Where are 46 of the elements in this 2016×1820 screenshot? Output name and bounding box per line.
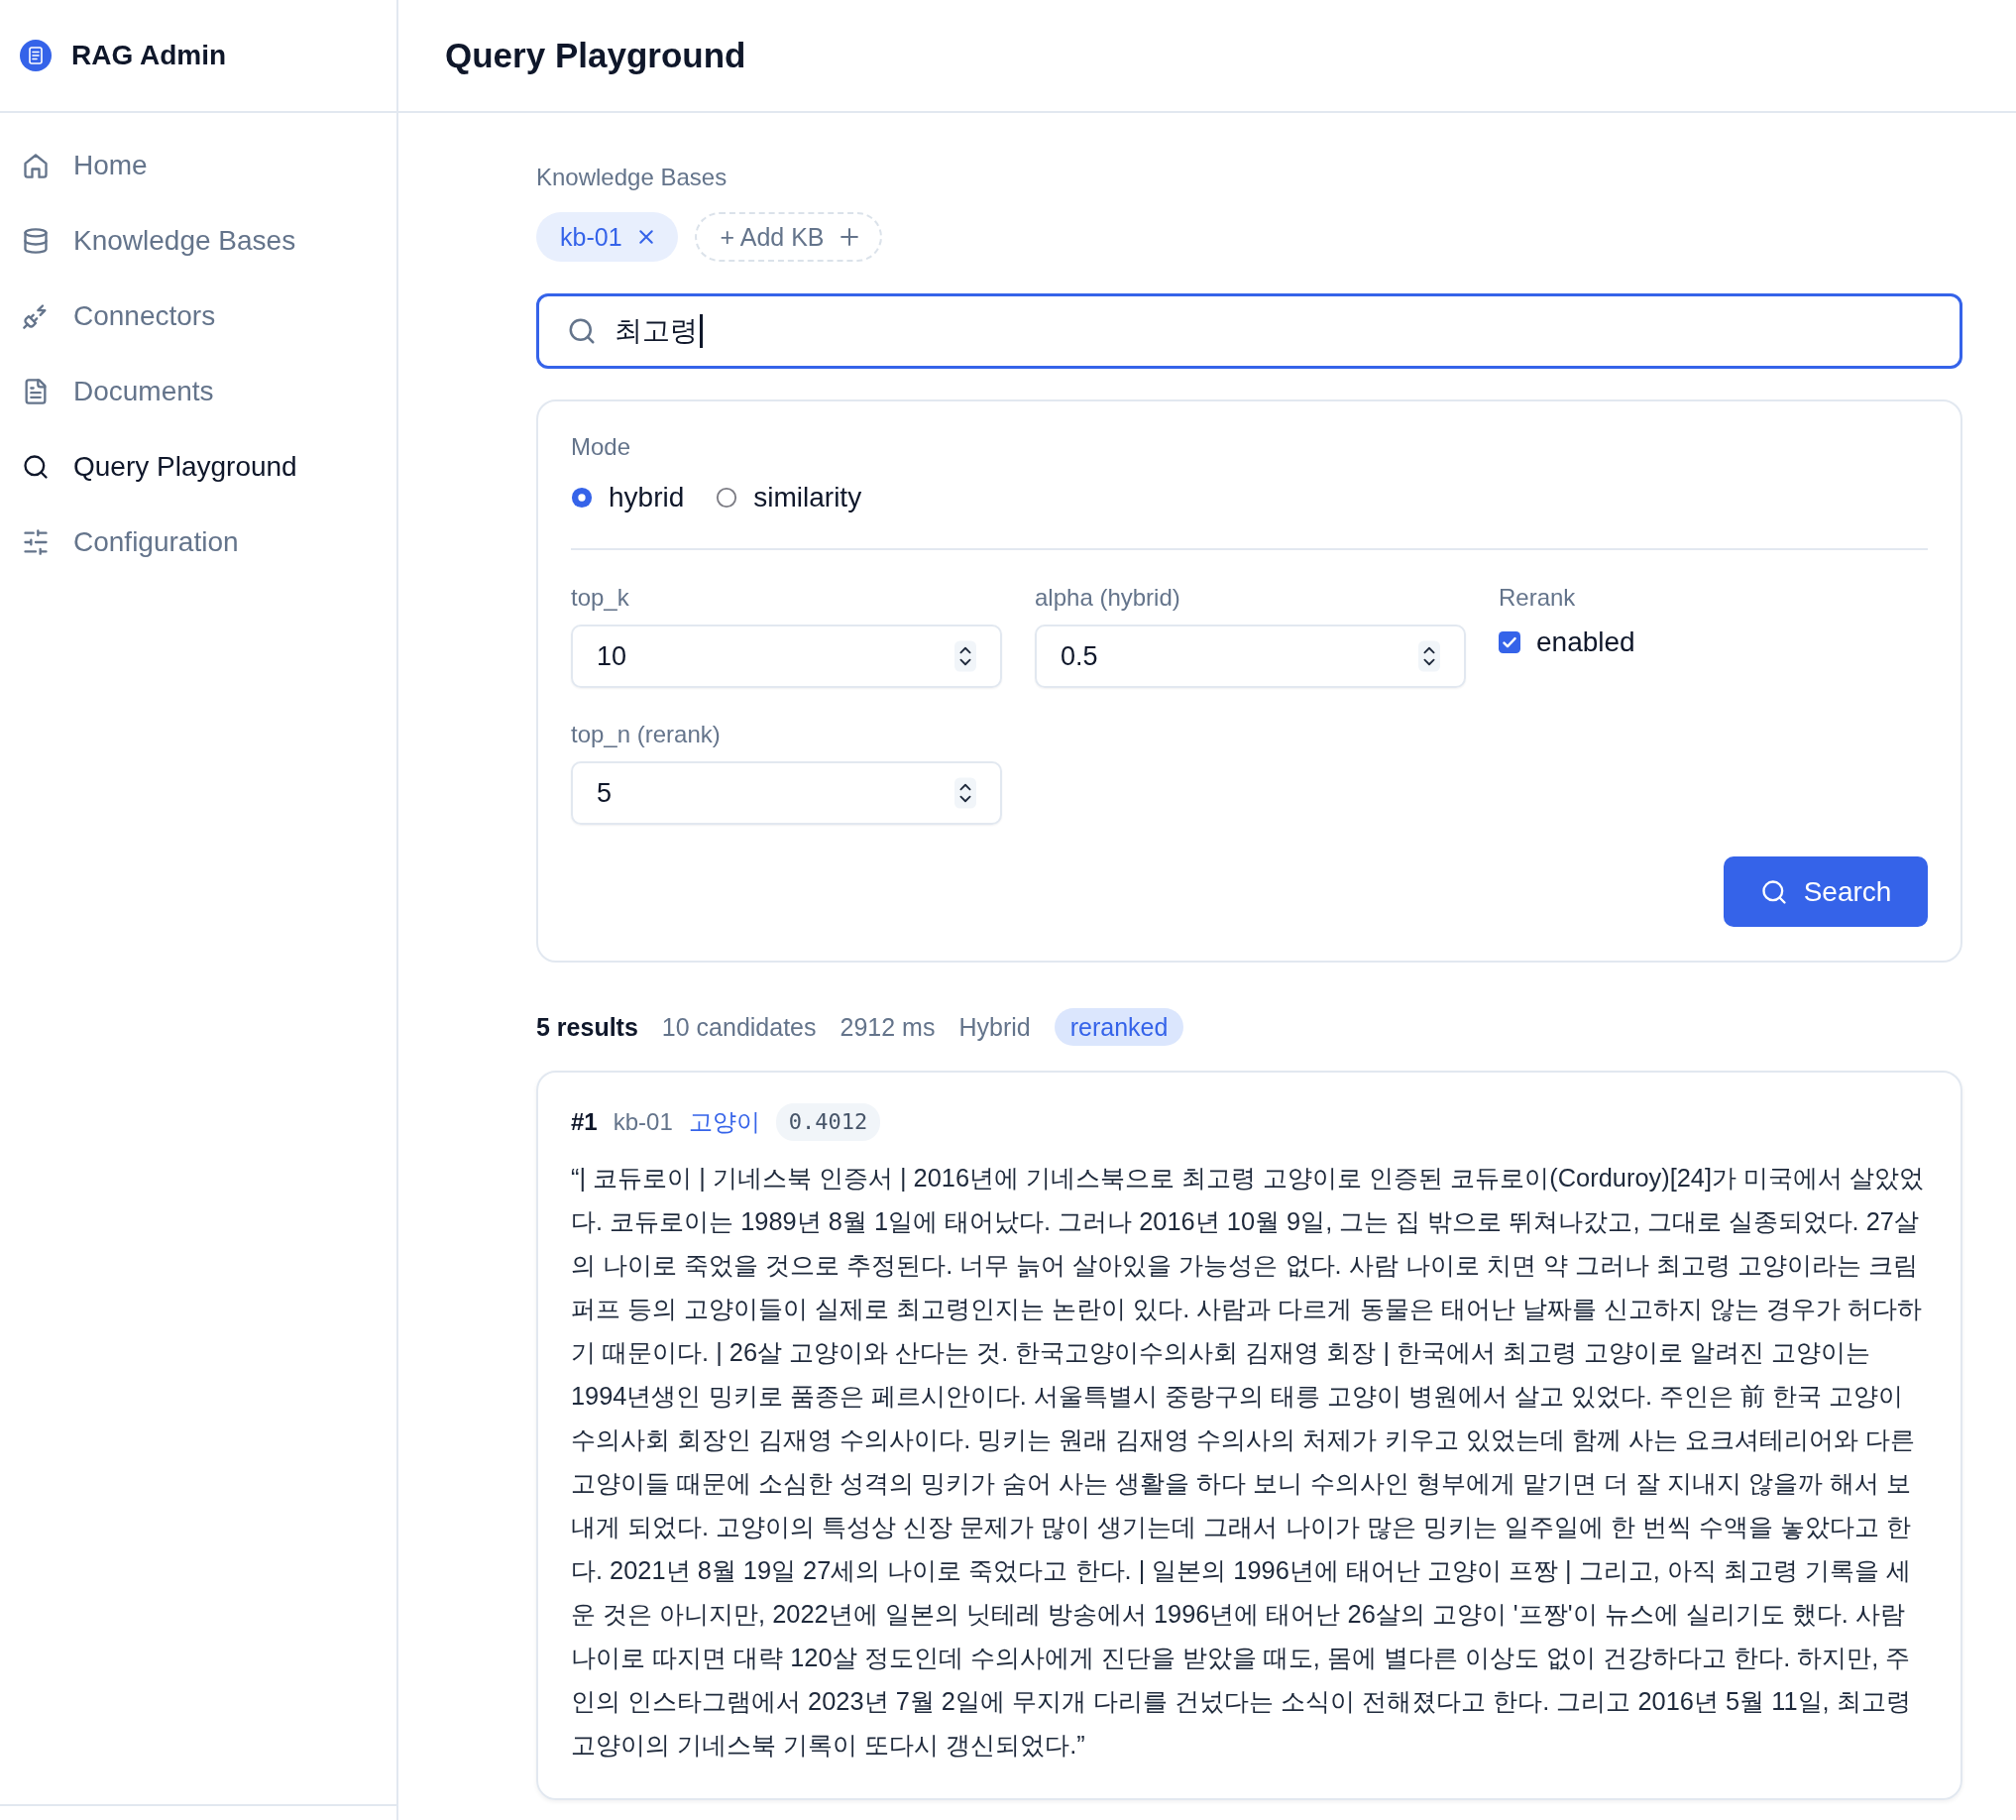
field-label: Mode — [571, 435, 632, 459]
field-label: top_k — [571, 585, 630, 611]
stepper-icon[interactable] — [1418, 640, 1440, 672]
add-kb-button[interactable]: + Add KB — [694, 212, 882, 262]
page-title: Query Playground — [445, 36, 746, 75]
result-kb-name: kb-01 — [613, 1108, 673, 1136]
result-meta-text: 10 candidates — [661, 1012, 817, 1042]
sidebar-item[interactable]: Connectors — [0, 286, 396, 346]
stepper-icon[interactable] — [954, 640, 976, 672]
score-badge: 0.4012 — [775, 1103, 881, 1141]
result-snippet: “| 코듀로이 | 기네스북 인증서 | 2016년에 기네스북으로 최고령 고양이로 인증된 코듀로이(Corduroy)[24]가 미국에서 살았었다. 코듀로이는 1989년 8월 1일에 태어났다. 그러나 2016년 10월 9일, 그는 집 밖으로 뛰쳐나갔고, 그대로 실종되었다. 27살의 나이로 죽었을 것으로 추정된다. 너무 늙어 살아있을 가능성은 없다. 사람 나이로 치면 약 그러나 최고령 고양이라는 크림 퍼프 등의 고양이들이 실제로 최고령인지는 논란이 있다. 사람과 다르게 동물은 태어난 날짜를 신고하지 않는 경우가 허다하기 때문이다. | 26살 고양이와 산다는 것. 한국고양이수의사회 김재영 회장 | 한국에서 최고령 고양이로 알려진 고양이는 1994년생인 밍키로 품종은 페르시안이다. 서울특별시 중랑구의 태릉 고양이 병원에서 살고 있었다. 주인은 前 한국 고양이 수의사회 회장인 김재영 수의사이다. 밍키는 원래 김재영 수의사의 처제가 키우고 있었는데 함께 사는 요크셔테리어와 다른 고양이들 때문에 소심한 성격의 밍키가 숨어 사는 생활을 하다 보니 수의사인 형부에게 맡기면 더 잘 지내지 않을까 해서 보내게 되었다. 고양이의 특성상 신장 문제가 많이 생기는데 그래서 나이가 많은 밍키는 일주일에 한 번씩 수액을 놓았다고 한다. 2021년 8월 19일 27세의 나이로 죽었다고 한다. | 일본의 1996년에 태어난 고양이 프짱 | 그리고, 아직 최고령 기록을 세운 것은 아니지만, 2022년에 일본의 닛테레 방송에서 1996년에 태어난 26살의 고양이 '프짱'이 뉴스에 실리기도 했다. 사람 나이로 따지면 대략 120살 정도인데 수의사에게 진단을 받았을 때도, 몸에 별다른 이상도 없이 건강하다고 한다. 하지만, 주인의 인스타그램에서 2023년 7월 2일에 무지개 다리를 건넜다는 소식이 전해졌다고 한다. 그리고 2016년 5월 11일, 최고령 고양이의 기네스북 기록이 또다시 갱신되었다.” — [571, 1163, 1926, 1761]
document-logo-icon — [20, 40, 52, 71]
search-icon — [22, 453, 50, 481]
number-field[interactable]: 0.5 — [1035, 625, 1466, 688]
stepper-icon[interactable] — [954, 777, 976, 809]
sliders-icon — [22, 528, 50, 556]
sidebar-item[interactable]: Documents — [0, 362, 396, 421]
home-icon — [22, 152, 50, 179]
search-field[interactable]: 최고령 — [536, 293, 1962, 369]
sidebar-item[interactable]: Configuration — [0, 512, 396, 572]
sidebar-item[interactable]: Home — [0, 136, 396, 195]
result-count: 5 results — [536, 1012, 638, 1042]
plus-icon — [840, 228, 858, 246]
radio-option[interactable]: similarity — [716, 482, 862, 513]
search-button[interactable]: Search — [1724, 856, 1928, 927]
field-label: alpha (hybrid) — [1035, 585, 1181, 611]
number-field[interactable]: 10 — [571, 625, 1002, 688]
checkbox-option[interactable]: enabled — [1499, 625, 1635, 660]
close-icon[interactable] — [637, 229, 654, 245]
status-badge: reranked — [1054, 1008, 1184, 1046]
field-label: Rerank — [1499, 585, 1577, 611]
search-icon — [567, 316, 597, 346]
app-title: RAG Admin — [71, 40, 227, 71]
result-meta-text: Hybrid — [958, 1012, 1031, 1042]
sidebar-item[interactable]: Query Playground — [0, 437, 396, 497]
database-icon — [22, 227, 50, 255]
field-label: top_n (rerank) — [571, 722, 722, 747]
result-rank: #1 — [571, 1108, 598, 1136]
section-label: Knowledge Bases — [536, 163, 728, 192]
result-meta-text: 2912 ms — [840, 1012, 936, 1042]
search-icon — [1759, 877, 1788, 906]
document-link[interactable]: 고양이 — [688, 1106, 760, 1138]
chip-label: kb-01 — [560, 222, 622, 252]
radio-option[interactable]: hybrid — [571, 482, 685, 513]
number-field[interactable]: 5 — [571, 761, 1002, 825]
sidebar-item[interactable]: Knowledge Bases — [0, 211, 396, 271]
